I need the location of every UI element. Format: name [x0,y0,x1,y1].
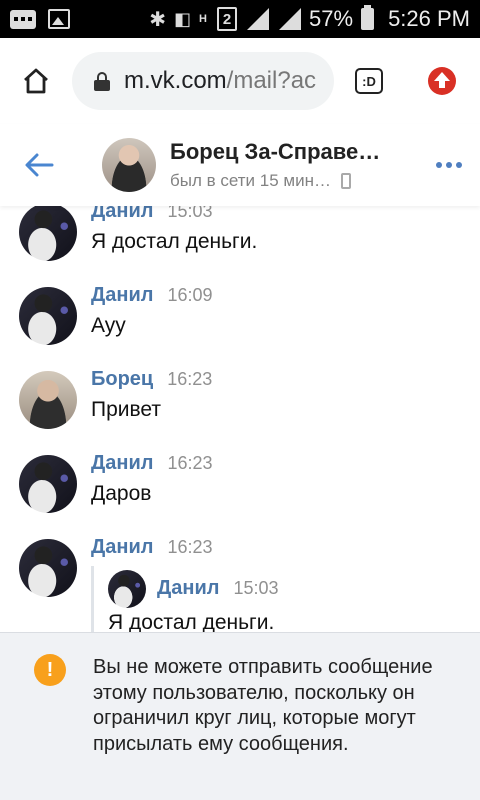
sim-icon: 2 [217,7,238,31]
forwarded-message[interactable]: Данил 15:03 Я достал деньги. [91,566,451,632]
forwarded-text: Я достал деньги. [108,611,275,632]
message-item[interactable]: Данил 16:23 Даров [0,452,480,536]
mobile-icon [340,173,351,189]
clock: 5:26 PM [388,6,470,31]
lock-icon [94,72,110,91]
more-icon-dot [456,162,462,168]
more-icon-dot [446,162,452,168]
message-author[interactable]: Данил [91,536,153,559]
contact-info[interactable]: Борец За-Справе… был в сети 15 мин… [170,139,406,191]
message-time: 16:23 [167,369,213,389]
warning-icon: ! [34,654,66,686]
contact-avatar[interactable] [102,138,156,192]
message-item[interactable]: Данил 16:09 Ауу [0,284,480,368]
sender-avatar[interactable] [19,371,77,429]
status-bar: ✱ ◧ H 2 57% 5:26 PM [0,0,480,38]
image-notification-icon [48,9,70,29]
message-time: 16:23 [167,537,213,557]
more-button[interactable] [418,124,480,206]
notice-text: Вы не можете отправить сообщение этому п… [93,656,433,755]
tabs-icon: :D [355,68,383,94]
message-item[interactable]: Данил 15:03 Я достал деньги. [0,206,480,284]
message-author[interactable]: Данил [91,452,153,475]
battery-percent: 57% [309,6,354,31]
browser-toolbar: m.vk.com/mail?ac :D [0,38,480,124]
message-item[interactable]: Данил 16:23 Данил 15:03 Я достал деньги. [0,536,480,632]
url-host: m.vk.com [124,67,227,94]
message-text: Ауу [91,314,126,337]
message-author[interactable]: Данил [91,206,153,223]
message-item[interactable]: Борец 16:23 Привет [0,368,480,452]
contact-status: был в сети 15 мин… [170,171,331,190]
message-text: Даров [91,482,152,505]
message-author[interactable]: Борец [91,368,153,391]
forwarded-avatar[interactable] [108,570,146,608]
home-icon [24,68,48,94]
address-bar[interactable]: m.vk.com/mail?ac [72,52,334,110]
signal-icon [245,8,270,30]
url-path: /mail?ac [226,67,317,94]
message-notification-icon [10,9,36,29]
back-arrow-icon [25,153,54,177]
network-type-icon: H [199,13,207,25]
sender-avatar[interactable] [19,287,77,345]
message-time: 15:03 [167,206,213,221]
back-button[interactable] [0,124,78,206]
signal-icon-2 [277,8,302,30]
tabs-button[interactable]: :D [334,38,404,124]
url-text: m.vk.com/mail?ac [124,67,316,95]
forwarded-author[interactable]: Данил [157,577,219,600]
message-text: Я достал деньги. [91,230,258,253]
vibrate-icon: ◧ [174,8,192,29]
update-button[interactable] [404,38,480,124]
sender-avatar[interactable] [19,206,77,261]
message-author[interactable]: Данил [91,284,153,307]
update-icon [428,67,456,95]
message-text: Привет [91,398,162,421]
bluetooth-icon: ✱ [149,8,166,31]
more-icon [436,162,442,168]
restriction-notice: ! Вы не можете отправить сообщение этому… [0,632,480,800]
message-time: 16:09 [167,285,213,305]
home-button[interactable] [0,38,72,124]
contact-name: Борец За-Справе… [170,139,381,164]
message-list[interactable]: Данил 15:03 Я достал деньги. Данил 16:09… [0,206,480,632]
sender-avatar[interactable] [19,539,77,597]
battery-icon [361,5,375,30]
chat-header: Борец За-Справе… был в сети 15 мин… [0,124,480,206]
message-time: 16:23 [167,453,213,473]
forwarded-time: 15:03 [233,578,279,598]
sender-avatar[interactable] [19,455,77,513]
